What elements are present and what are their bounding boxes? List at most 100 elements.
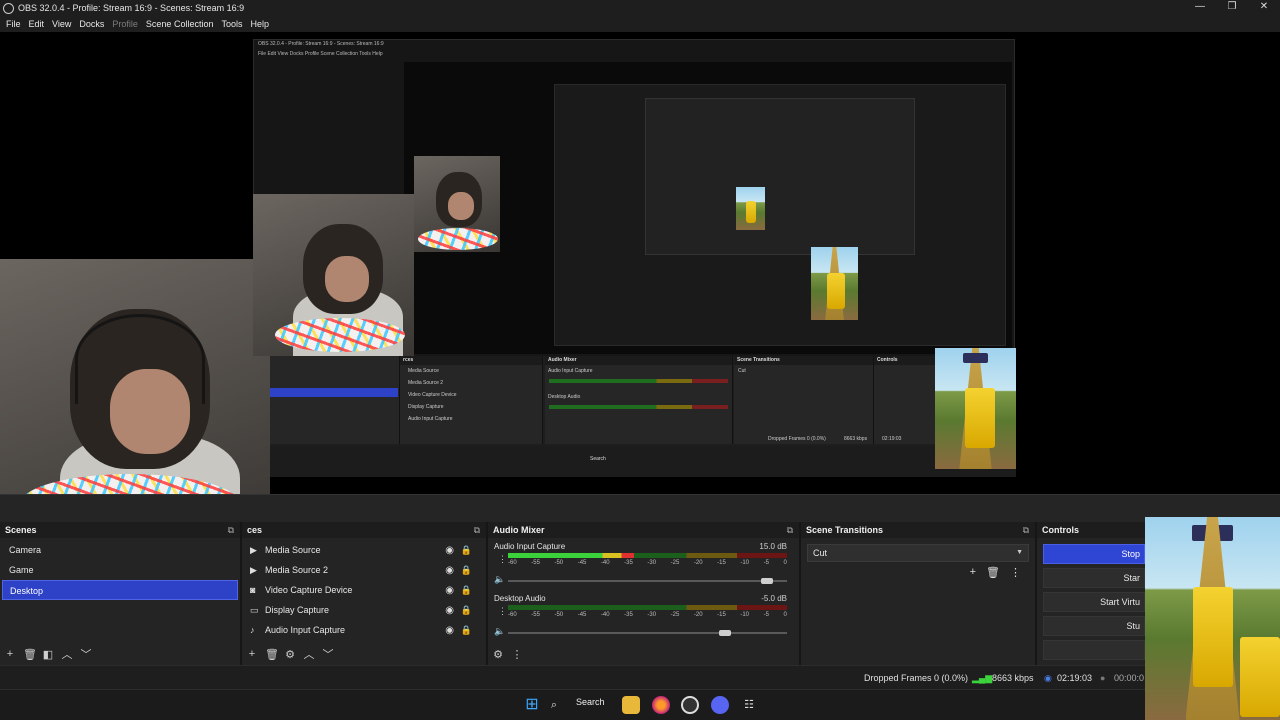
controls-header: Controls xyxy=(1037,522,1145,538)
search-icon[interactable]: ⌕ xyxy=(545,696,563,714)
chevron-down-icon[interactable]: ﹀ xyxy=(80,646,92,662)
speaker-icon[interactable]: 🔈 xyxy=(494,626,505,637)
gear-icon[interactable]: ⚙ xyxy=(284,648,296,661)
menu-file[interactable]: File xyxy=(2,19,25,29)
chevron-down-icon: ▼ xyxy=(1016,549,1023,556)
source-item-display-capture[interactable]: ▭ Display Capture ◉ 🔒 xyxy=(242,600,486,620)
transitions-header: Scene Transitions ⧉ xyxy=(801,522,1035,538)
add-icon[interactable]: + xyxy=(970,566,976,579)
source-item-audio-input[interactable]: ♪ Audio Input Capture ◉ 🔒 xyxy=(242,620,486,640)
maximize-button[interactable]: ❐ xyxy=(1216,0,1248,16)
sliders-icon[interactable]: ☷ xyxy=(740,696,758,714)
mixer-channel-desktop-audio: Desktop Audio -5.0 dB ⋮ -60 -55 -50 -45 -40-… xyxy=(488,590,799,642)
add-icon[interactable]: + xyxy=(4,648,16,660)
start-virtual-camera-button[interactable]: Start Virtu xyxy=(1043,592,1145,612)
volume-slider-knob[interactable] xyxy=(761,578,774,584)
game-capture-nested xyxy=(935,348,1016,469)
monitor-icon: ▭ xyxy=(250,604,259,615)
firefox-icon[interactable] xyxy=(652,696,670,714)
discord-icon[interactable] xyxy=(711,696,729,714)
game-train xyxy=(965,388,995,448)
source-item-media-source[interactable]: ▶ Media Source ◉ 🔒 xyxy=(242,540,486,560)
scale-tick: -45 xyxy=(577,612,587,618)
transition-select[interactable]: Cut ▼ xyxy=(807,544,1029,562)
menu-tools[interactable]: Tools xyxy=(217,19,246,29)
lock-icon[interactable]: 🔒 xyxy=(461,605,472,616)
menu-docks[interactable]: Docks xyxy=(75,19,108,29)
more-icon[interactable]: ⋮ xyxy=(498,554,507,565)
undock-icon[interactable]: ⧉ xyxy=(228,525,234,536)
game-banner xyxy=(963,352,988,363)
windows-start-icon[interactable]: ⊞ xyxy=(523,696,541,714)
eye-icon[interactable]: ◉ xyxy=(445,565,454,576)
undock-icon[interactable]: ⧉ xyxy=(1023,525,1029,536)
source-label: Audio Input Capture xyxy=(265,625,346,635)
nested-docks: rces Media Source Media Source 2 Video C… xyxy=(254,356,1016,446)
source-item-media-source-2[interactable]: ▶ Media Source 2 ◉ 🔒 xyxy=(242,560,486,580)
menu-profile[interactable]: Profile xyxy=(108,19,142,29)
preview-canvas[interactable]: OBS 32.0.4 - Profile: Stream 16:9 - Scen… xyxy=(0,32,1280,494)
obs-taskbar-icon[interactable] xyxy=(681,696,699,714)
menu-view[interactable]: View xyxy=(48,19,75,29)
webcam-feed-nested-2 xyxy=(414,156,500,252)
eye-icon[interactable]: ◉ xyxy=(445,605,454,616)
sources-dock: ces ⧉ ▶ Media Source ◉ 🔒 ▶ Media Source … xyxy=(242,522,488,665)
scale-tick: -30 xyxy=(647,560,657,566)
rainbow-toy xyxy=(275,318,405,352)
window-title: OBS 32.0.4 - Profile: Stream 16:9 - Scen… xyxy=(18,3,245,13)
more-icon[interactable]: ⋮ xyxy=(1010,566,1021,579)
menu-help[interactable]: Help xyxy=(246,19,273,29)
start-recording-button[interactable]: Star xyxy=(1043,568,1145,588)
settings-button[interactable] xyxy=(1043,640,1145,660)
more-icon[interactable]: ⋮ xyxy=(498,606,507,617)
lock-icon[interactable]: 🔒 xyxy=(461,565,472,576)
status-bar: Dropped Frames 0 (0.0%) ▂▄▆ 8663 kbps ◉ … xyxy=(0,665,1280,689)
scenes-header: Scenes ⧉ xyxy=(0,522,240,538)
network-bars-icon: ▂▄▆ xyxy=(972,673,993,683)
nested-inner-window xyxy=(554,84,1006,346)
nested-mixer-channel: Desktop Audio xyxy=(548,394,581,400)
more-icon[interactable]: ⋮ xyxy=(511,648,523,661)
file-explorer-icon[interactable] xyxy=(622,696,640,714)
scene-item-desktop[interactable]: Desktop xyxy=(2,580,238,600)
scale-tick: -60 xyxy=(508,612,517,618)
scene-item-game[interactable]: Game xyxy=(2,560,238,580)
trash-icon[interactable]: 🗑 xyxy=(265,648,279,661)
scene-item-camera[interactable]: Camera xyxy=(2,540,238,560)
nested-status: Dropped Frames 0 (0.0%) xyxy=(768,436,826,442)
eye-icon[interactable]: ◉ xyxy=(445,585,454,596)
undock-icon[interactable]: ⧉ xyxy=(474,525,480,536)
nested-transition-select: Cut xyxy=(738,368,746,374)
filter-icon[interactable]: ◧ xyxy=(42,648,54,661)
sources-header: ces ⧉ xyxy=(242,522,486,538)
nested-time: 02:19:03 xyxy=(882,436,902,442)
trash-icon[interactable]: 🗑 xyxy=(986,566,1000,579)
scale-tick: -25 xyxy=(670,612,680,618)
source-item-video-capture[interactable]: ◙ Video Capture Device ◉ 🔒 xyxy=(242,580,486,600)
volume-slider[interactable] xyxy=(508,578,787,584)
chevron-down-icon[interactable]: ﹀ xyxy=(322,646,334,662)
menu-scene-collection[interactable]: Scene Collection xyxy=(142,19,218,29)
menu-edit[interactable]: Edit xyxy=(25,19,49,29)
speaker-icon[interactable]: 🔈 xyxy=(494,574,505,585)
eye-icon[interactable]: ◉ xyxy=(445,545,454,556)
trash-icon[interactable]: 🗑 xyxy=(23,648,37,661)
volume-slider[interactable] xyxy=(508,630,787,636)
close-button[interactable]: ✕ xyxy=(1248,0,1280,16)
minimize-button[interactable]: — xyxy=(1184,0,1216,16)
lock-icon[interactable]: 🔒 xyxy=(461,585,472,596)
undock-icon[interactable]: ⧉ xyxy=(787,525,793,536)
chevron-up-icon[interactable]: ︿ xyxy=(303,646,315,662)
stop-streaming-button[interactable]: Stop xyxy=(1043,544,1145,564)
volume-meter xyxy=(508,553,787,558)
add-icon[interactable]: + xyxy=(246,648,258,660)
eye-icon[interactable]: ◉ xyxy=(445,625,454,636)
gear-icon[interactable]: ⚙ xyxy=(492,648,504,661)
nested-taskbar-search: Search xyxy=(590,456,606,462)
taskbar-search[interactable]: Search xyxy=(576,697,605,707)
studio-mode-button[interactable]: Stu xyxy=(1043,616,1145,636)
volume-slider-knob[interactable] xyxy=(719,630,732,636)
chevron-up-icon[interactable]: ︿ xyxy=(61,646,73,662)
lock-icon[interactable]: 🔒 xyxy=(461,625,472,636)
lock-icon[interactable]: 🔒 xyxy=(461,545,472,556)
